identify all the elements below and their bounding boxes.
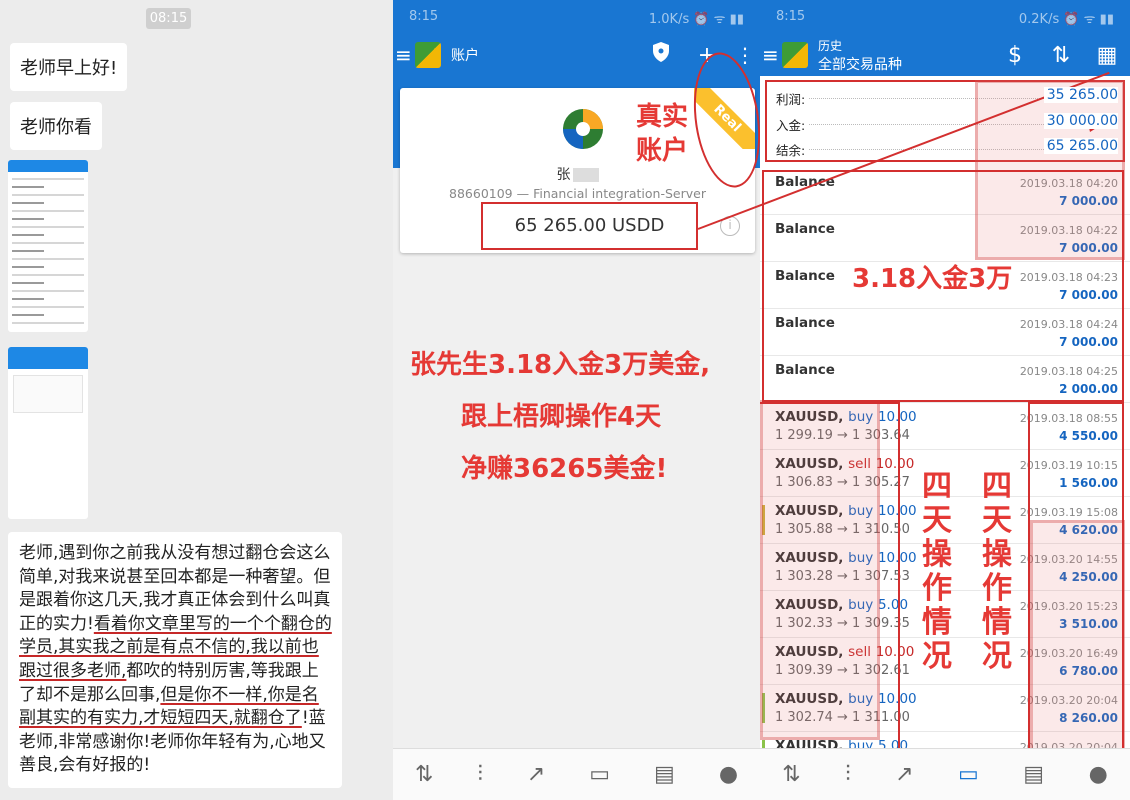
chat-icon[interactable]: ● xyxy=(719,762,738,787)
news-icon[interactable]: ▤ xyxy=(1023,762,1044,787)
status-bar: 8:15 0.2K/s ⏰ ᯤ ▮▮ xyxy=(760,0,1130,34)
metatrader-logo xyxy=(415,42,441,68)
status-time: 8:15 xyxy=(409,9,439,24)
news-icon[interactable]: ▤ xyxy=(654,762,675,787)
chart-icon[interactable]: ⫶ xyxy=(845,762,851,787)
annotation-real-account: 真实 账户 xyxy=(636,102,689,166)
app-bar: ≡ 历史 全部交易品种 $ ⇅ ▦ xyxy=(760,34,1130,76)
chat-long-message[interactable]: 老师,遇到你之前我从没有想过翻仓会这么简单,对我来说甚至回本都是一种奢望。但是跟… xyxy=(8,532,342,788)
menu-icon[interactable]: ≡ xyxy=(395,43,412,67)
status-bar: 8:15 1.0K/s ⏰ ᯤ ▮▮ xyxy=(393,0,760,34)
history-screen: 8:15 0.2K/s ⏰ ᯤ ▮▮ ≡ 历史 全部交易品种 $ ⇅ ▦ 利润:… xyxy=(760,0,1130,800)
sort-icon[interactable]: ⇅ xyxy=(1038,43,1084,68)
annotation-box xyxy=(760,402,900,770)
history-icon[interactable]: ▭ xyxy=(589,762,610,787)
quotes-icon[interactable]: ⇅ xyxy=(782,762,800,787)
status-indicators: 1.0K/s ⏰ ᯤ ▮▮ xyxy=(648,12,744,27)
chat-message[interactable]: 老师你看 xyxy=(10,102,102,150)
chat-icon[interactable]: ● xyxy=(1089,762,1108,787)
calendar-icon[interactable]: ▦ xyxy=(1084,43,1130,68)
history-summary: 利润: 35 265.00 入金: 30 000.00 结余: 65 265.0… xyxy=(765,80,1125,162)
annotation-operations: 四天操作情况 xyxy=(982,469,1012,674)
annotation-operations: 四天操作情况 xyxy=(922,469,952,674)
annotation-deposit: 3.18入金3万 xyxy=(852,264,1013,294)
annotation-line: 净赚36265美金! xyxy=(461,454,668,484)
chat-panel: 08:15 老师早上好! 老师你看 老师,遇到你之前我从没有想过翻仓会这么简单,… xyxy=(0,0,393,800)
chat-message[interactable]: 老师早上好! xyxy=(10,43,128,91)
account-balance: 65 265.00 USDD xyxy=(481,202,698,250)
shield-icon[interactable] xyxy=(638,41,684,69)
trade-icon[interactable]: ↗ xyxy=(895,762,913,787)
account-server: 88660109 — Financial integration-Server xyxy=(449,186,706,201)
metatrader-logo xyxy=(782,42,808,68)
quotes-icon[interactable]: ⇅ xyxy=(415,762,433,787)
account-holder-name: 张 xyxy=(400,164,755,184)
status-indicators: 0.2K/s ⏰ ᯤ ▮▮ xyxy=(1018,12,1114,27)
account-screen: 8:15 1.0K/s ⏰ ᯤ ▮▮ ≡ 账户 + ⋮ 张 88660109 —… xyxy=(393,0,760,800)
annotation-line: 张先生3.18入金3万美金, xyxy=(410,350,711,380)
history-icon[interactable]: ▭ xyxy=(958,762,979,787)
page-title: 历史 全部交易品种 xyxy=(818,38,902,73)
screenshot-thumbnail-history[interactable] xyxy=(8,160,88,332)
annotation-box xyxy=(1028,402,1124,770)
status-time: 8:15 xyxy=(776,9,806,24)
symbol-filter-icon[interactable]: $ xyxy=(992,43,1038,68)
metatrader-logo xyxy=(563,109,603,149)
bottom-navigation: ⇅ ⫶ ↗ ▭ ▤ ● xyxy=(393,748,760,800)
chat-timestamp: 08:15 xyxy=(146,8,191,29)
screenshot-thumbnail-account[interactable] xyxy=(8,347,88,519)
bottom-navigation: ⇅ ⫶ ↗ ▭ ▤ ● xyxy=(760,748,1130,800)
page-title: 账户 xyxy=(451,48,479,64)
annotation-line: 跟上梧卿操作4天 xyxy=(461,402,662,432)
trade-icon[interactable]: ↗ xyxy=(527,762,545,787)
chart-icon[interactable]: ⫶ xyxy=(477,762,483,787)
menu-icon[interactable]: ≡ xyxy=(762,43,779,67)
